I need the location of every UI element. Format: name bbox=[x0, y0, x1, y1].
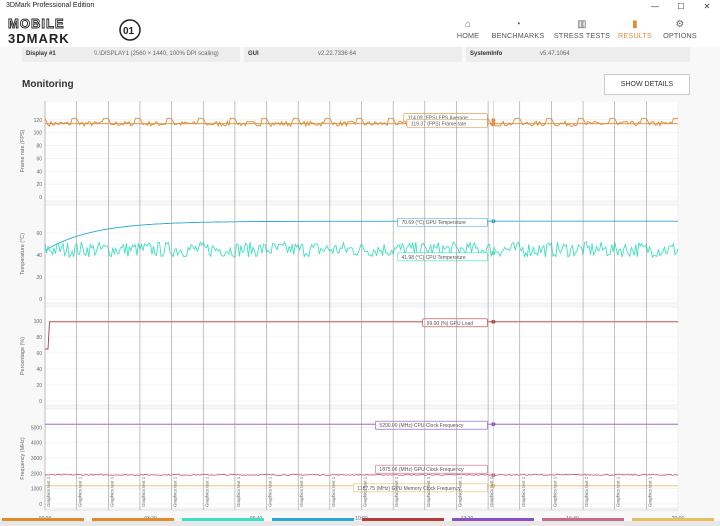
monitoring-title: Monitoring bbox=[22, 79, 74, 90]
maximize-button[interactable]: ☐ bbox=[668, 0, 694, 13]
y-tick-label: 0 bbox=[39, 399, 42, 405]
nav-options[interactable]: ⚙ OPTIONS bbox=[650, 18, 710, 40]
annotation-text: 119.37 (FPS) Frame rate bbox=[411, 121, 466, 127]
info-gui-value: v2.22.7336 64 bbox=[318, 51, 357, 57]
test-marker-label: Graphics test 1 bbox=[236, 476, 241, 507]
test-marker-label: Graphics test 1 bbox=[109, 476, 114, 507]
test-marker-label: Graphics test 1 bbox=[457, 476, 462, 507]
y-tick-label: 0 bbox=[39, 195, 42, 201]
annotation-text: 99.00 (%) GPU Load bbox=[427, 321, 474, 327]
test-marker-label: Graphics test 1 bbox=[363, 476, 368, 507]
y-tick-label: 60 bbox=[36, 231, 42, 237]
app-window: 3DMark Professional Edition — ☐ ✕ MOBILE… bbox=[0, 0, 720, 526]
window-title: 3DMark Professional Edition bbox=[6, 2, 95, 9]
info-sysinfo: SystemInfo v5.47.1064 bbox=[466, 47, 690, 62]
nav-benchmarks[interactable]: ◔ BENCHMARKS bbox=[488, 18, 548, 40]
y-tick-label: 4000 bbox=[31, 441, 42, 447]
bars-icon: ▥ bbox=[577, 19, 587, 30]
info-gui: GUI v2.22.7336 64 bbox=[244, 47, 462, 62]
results-content: Display #1 \\.\DISPLAY1 (2560 × 1440, 10… bbox=[0, 47, 720, 526]
y-tick-label: 100 bbox=[34, 319, 43, 325]
y-tick-label: 20 bbox=[36, 182, 42, 188]
test-marker-label: Graphics test 1 bbox=[616, 476, 621, 507]
y-axis-label: Frame rate (FPS) bbox=[20, 129, 26, 172]
test-marker-label: Graphics test 1 bbox=[268, 476, 273, 507]
y-tick-label: 20 bbox=[36, 383, 42, 389]
info-display-label: Display #1 bbox=[26, 51, 56, 57]
mobile-3dmark-logo: MOBILE 3DMARK 01 bbox=[8, 16, 141, 46]
test-marker-label: Graphics test 1 bbox=[141, 476, 146, 507]
y-axis-label: Temperature (°C) bbox=[20, 233, 26, 275]
test-marker-label: Graphics test 1 bbox=[299, 476, 304, 507]
monitoring-chart: 0 20 40 60 80 100 120 Frame rate (FPS) 114.09 (F… bbox=[14, 101, 698, 526]
logo-top-text: MOBILE bbox=[8, 16, 65, 31]
y-tick-label: 100 bbox=[34, 131, 43, 137]
test-marker-label: Graphics test 1 bbox=[78, 476, 83, 507]
logo-mark-text: 01 bbox=[123, 26, 135, 37]
gauge-icon: ◔ bbox=[514, 19, 522, 30]
nav-stress-tests[interactable]: ▥ STRESS TESTS bbox=[552, 18, 612, 40]
test-marker-label: Graphics test 1 bbox=[331, 476, 336, 507]
close-button[interactable]: ✕ bbox=[694, 0, 720, 13]
test-marker-label: Graphics test 1 bbox=[426, 476, 431, 507]
nav-benchmarks-label: BENCHMARKS bbox=[491, 31, 545, 40]
info-display-value: \\.\DISPLAY1 (2560 × 1440, 100% DPI scal… bbox=[94, 51, 219, 57]
nav-results-label: RESULTS bbox=[617, 31, 653, 40]
info-sysinfo-label: SystemInfo bbox=[470, 51, 503, 57]
minimize-button[interactable]: — bbox=[642, 0, 668, 13]
test-marker-label: Graphics test 1 bbox=[394, 476, 399, 507]
annotation-text: 1187.75 (MHz) GPU Memory Clock Frequency bbox=[357, 486, 461, 492]
y-tick-label: 0 bbox=[39, 297, 42, 303]
y-tick-label: 40 bbox=[36, 169, 42, 175]
annotation-text: 1875.06 (MHz) GPU Clock Frequency bbox=[379, 467, 464, 473]
y-tick-label: 0 bbox=[39, 502, 42, 508]
y-tick-label: 20 bbox=[36, 275, 42, 281]
test-marker-label: Graphics test 1 bbox=[173, 476, 178, 507]
y-tick-label: 2000 bbox=[31, 471, 42, 477]
y-tick-label: 80 bbox=[36, 335, 42, 341]
app-header: MOBILE 3DMARK 01 ⌂ HOME ◔ BENCHMARKS ▥ S… bbox=[0, 13, 720, 47]
show-details-button[interactable]: SHOW DETAILS bbox=[604, 74, 690, 95]
test-marker-label: Graphics test 1 bbox=[584, 476, 589, 507]
annotation-text: 5200.00 (MHz) CPU Clock Frequency bbox=[379, 423, 463, 429]
y-tick-label: 80 bbox=[36, 144, 42, 150]
test-marker-label: Graphics test 1 bbox=[647, 476, 652, 507]
y-axis-label: Percentage (%) bbox=[20, 337, 26, 375]
logo-bottom-text: 3DMARK bbox=[8, 31, 70, 46]
y-tick-label: 120 bbox=[34, 118, 43, 124]
y-tick-label: 5000 bbox=[31, 425, 42, 431]
test-marker-label: Graphics test 1 bbox=[552, 476, 557, 507]
y-tick-label: 60 bbox=[36, 156, 42, 162]
test-marker-label: Graphics test 1 bbox=[46, 476, 51, 507]
info-sysinfo-value: v5.47.1064 bbox=[540, 51, 570, 57]
title-bar: 3DMark Professional Edition — ☐ ✕ bbox=[0, 0, 720, 13]
y-axis-label: Frequency (MHz) bbox=[20, 437, 26, 480]
test-marker-label: Graphics test 1 bbox=[204, 476, 209, 507]
nav-home-label: HOME bbox=[456, 31, 480, 40]
info-display: Display #1 \\.\DISPLAY1 (2560 × 1440, 10… bbox=[22, 47, 240, 62]
y-tick-label: 40 bbox=[36, 367, 42, 373]
gear-icon: ⚙ bbox=[675, 19, 685, 30]
y-tick-label: 60 bbox=[36, 351, 42, 357]
info-gui-label: GUI bbox=[248, 51, 259, 57]
test-marker-label: Graphics test 1 bbox=[521, 476, 526, 507]
nav-stress-tests-label: STRESS TESTS bbox=[553, 31, 611, 40]
y-tick-label: 3000 bbox=[31, 456, 42, 462]
nav-options-label: OPTIONS bbox=[663, 31, 697, 40]
info-bar: Display #1 \\.\DISPLAY1 (2560 × 1440, 10… bbox=[22, 47, 690, 62]
y-tick-label: 40 bbox=[36, 253, 42, 259]
monitoring-chart-svg: 020406080100120Frame rate (FPS)114.09 (F… bbox=[20, 101, 684, 522]
y-tick-label: 1000 bbox=[31, 487, 42, 493]
bottom-bar bbox=[0, 521, 720, 526]
